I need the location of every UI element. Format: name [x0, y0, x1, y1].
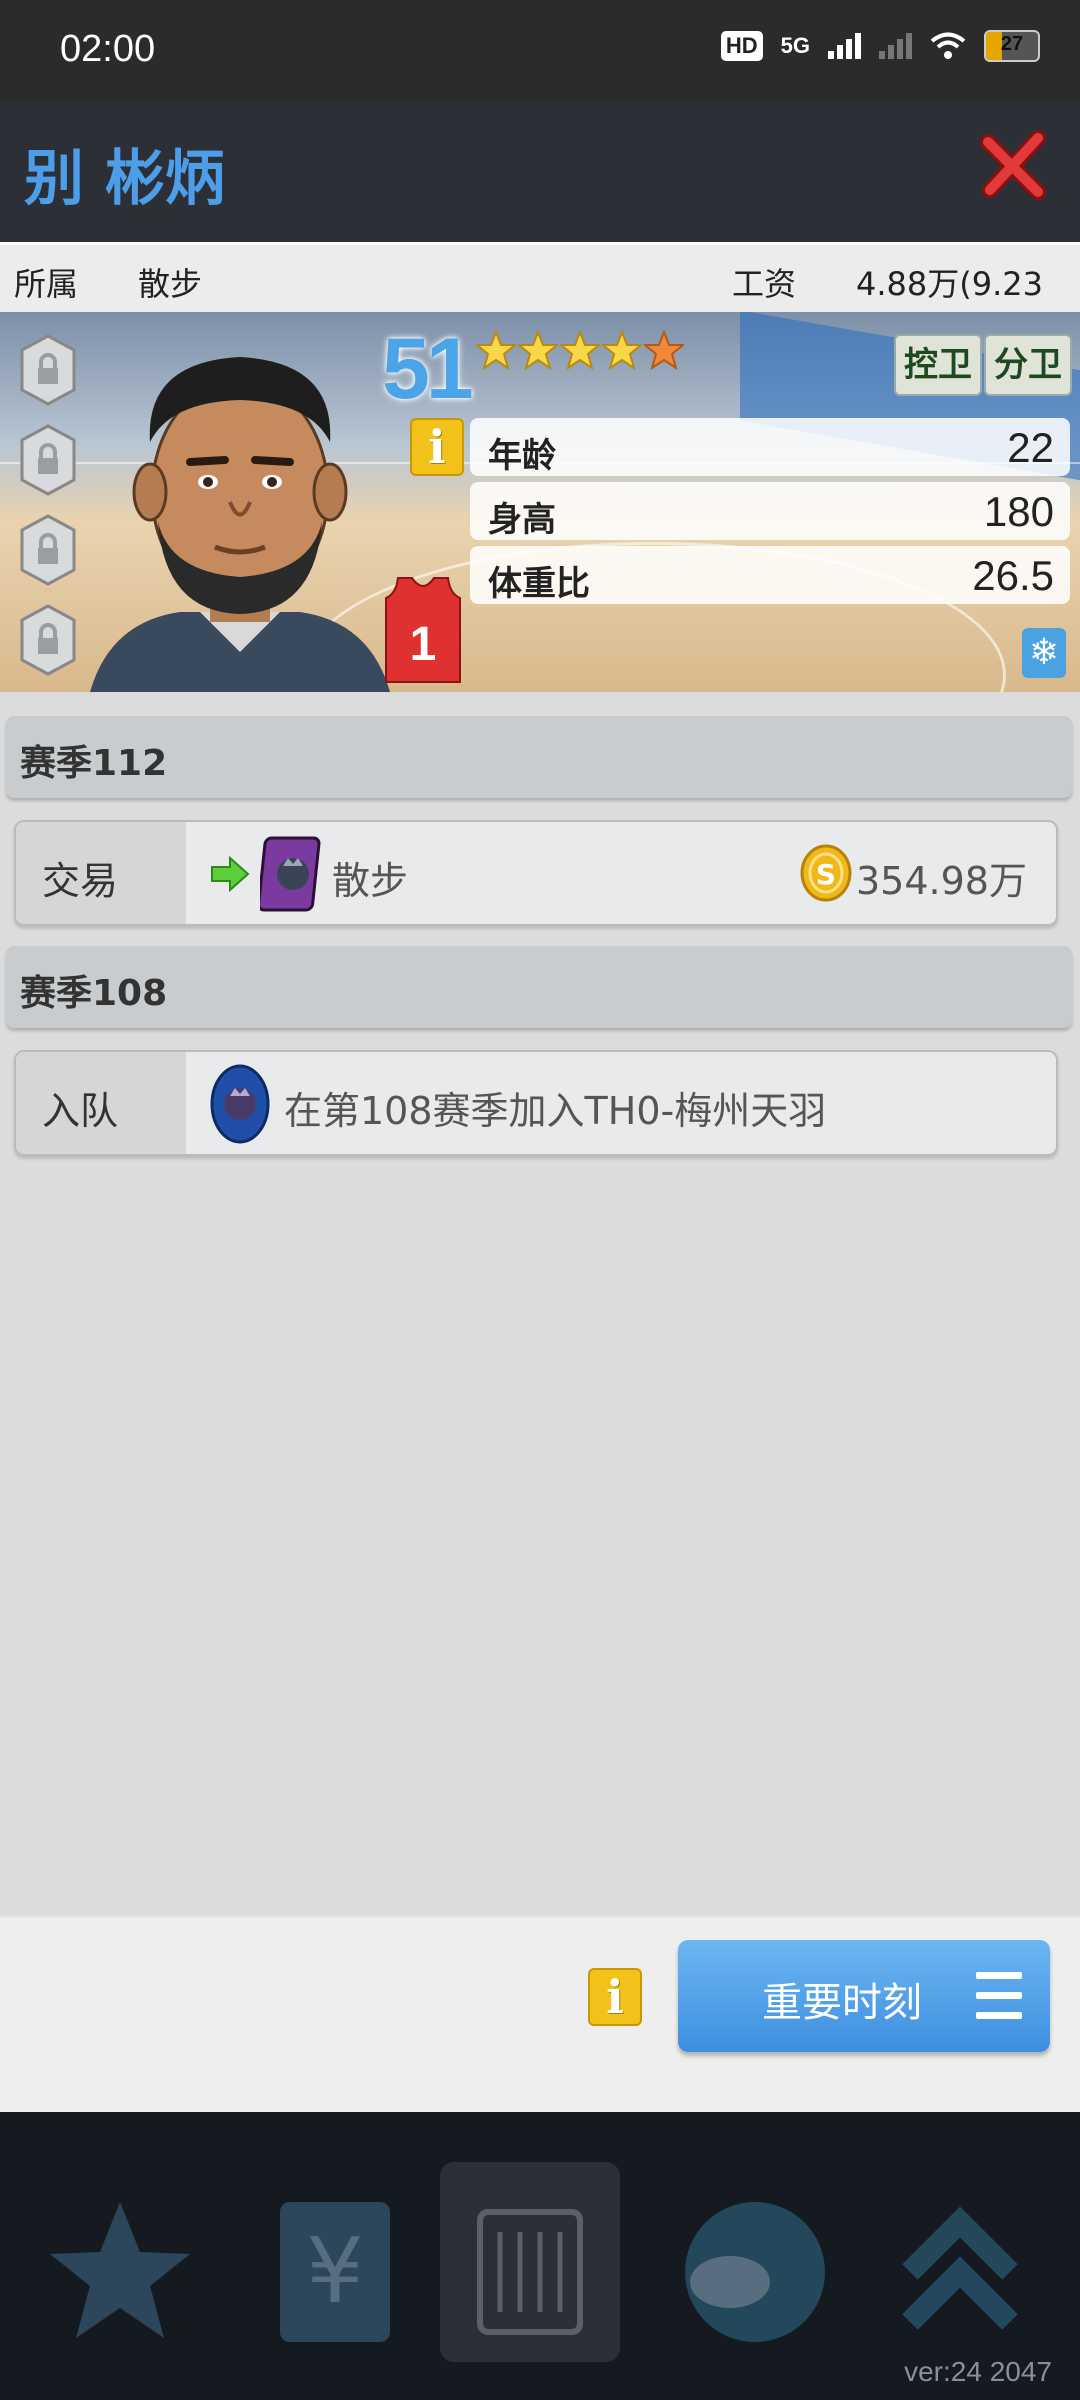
svg-text:¥: ¥ [306, 2219, 363, 2324]
team-badge-icon [210, 1064, 270, 1144]
record-amount: 354.98万 [856, 859, 1027, 903]
signal-secondary-icon [879, 33, 912, 59]
signal-icon [828, 33, 861, 59]
star-icon [602, 330, 642, 370]
info-button[interactable]: i [588, 1968, 642, 2026]
half-star-icon [644, 330, 684, 370]
star-icon [518, 330, 558, 370]
tab-team[interactable] [440, 2162, 620, 2362]
season-header: 赛季112 [6, 716, 1072, 798]
coin-icon: S [800, 844, 852, 902]
player-avatar [90, 357, 390, 692]
chat-icon [685, 2202, 825, 2342]
season-header: 赛季108 [6, 946, 1072, 1028]
close-icon[interactable] [980, 130, 1050, 200]
history-record[interactable]: 交易 散步 S 354.98万 [14, 820, 1058, 926]
star-icon [50, 2202, 190, 2338]
tab-finance[interactable]: ¥ [240, 2162, 420, 2362]
stat-row-height: 身高 180 [470, 482, 1070, 540]
tab-chat[interactable] [660, 2162, 840, 2362]
team-salary-bar: 所属 散步 工资 4.88万(9.23万) [0, 242, 1080, 349]
record-type: 入队 [42, 1089, 119, 1133]
salary-label: 工资 [732, 265, 797, 303]
stat-value: 26.5 [972, 552, 1054, 599]
stat-label: 身高 [488, 500, 556, 540]
season-title: 赛季112 [20, 743, 168, 784]
version-label: ver:24 2047 [904, 2356, 1052, 2387]
wifi-icon [930, 32, 966, 59]
lock-icon[interactable] [18, 514, 78, 586]
lock-icon[interactable] [18, 424, 78, 496]
star-rating [476, 330, 684, 370]
status-bar: 02:00 HD 5G 27 [0, 0, 1080, 100]
svg-text:S: S [816, 858, 836, 891]
player-info-button[interactable]: i [410, 418, 464, 476]
battery-level: 27 [1000, 33, 1024, 55]
key-moments-label: 重要时刻 [762, 1980, 922, 2026]
history-record[interactable]: 入队 在第108赛季加入TH0-梅州天羽 [14, 1050, 1058, 1156]
hd-badge: HD [720, 31, 763, 61]
player-name: 别 彬炳 [24, 144, 225, 214]
player-card: 1 51 控卫 分卫 i 年龄 22 身高 180 体重比 26.5 ❄ [0, 312, 1080, 692]
stat-label: 年龄 [488, 436, 556, 476]
player-rating: 51 [382, 321, 474, 417]
yen-icon: ¥ [280, 2202, 390, 2342]
position-pg-button[interactable]: 控卫 [894, 334, 982, 396]
jersey-number: 1 [410, 618, 437, 671]
jersey-icon: 1 [385, 577, 461, 683]
lock-icon[interactable] [18, 604, 78, 676]
team-value: 散步 [138, 265, 203, 303]
team-label: 所属 [14, 265, 79, 303]
record-description: 在第108赛季加入TH0-梅州天羽 [284, 1089, 827, 1133]
tab-star[interactable] [30, 2162, 210, 2362]
status-time: 02:00 [60, 28, 156, 70]
menu-icon [976, 1972, 1022, 2020]
tab-upgrade[interactable] [870, 2162, 1050, 2362]
star-icon [476, 330, 516, 370]
season-title: 赛季108 [20, 973, 168, 1014]
key-moments-button[interactable]: 重要时刻 [678, 1940, 1050, 2052]
lock-icon[interactable] [18, 334, 78, 406]
arrow-right-icon [211, 856, 250, 892]
snowflake-icon[interactable]: ❄ [1022, 628, 1066, 678]
record-team: 散步 [332, 859, 409, 903]
position-sg-button[interactable]: 分卫 [984, 334, 1072, 396]
network-type: 5G [780, 33, 810, 58]
stat-value: 180 [983, 488, 1054, 535]
team-logo-icon [260, 836, 321, 912]
battery-icon: 27 [984, 30, 1040, 62]
star-icon [560, 330, 600, 370]
stat-row-weight-ratio: 体重比 26.5 [470, 546, 1070, 604]
record-type: 交易 [42, 859, 119, 903]
stat-label: 体重比 [488, 564, 590, 604]
chevron-up-icon [902, 2206, 1018, 2330]
header: 别 彬炳 [0, 100, 1080, 242]
bottom-tab-bar: ¥ ver:24 2047 [0, 2112, 1080, 2400]
lineup-icon [477, 2209, 583, 2335]
stat-value: 22 [1007, 424, 1054, 471]
stat-row-age: 年龄 22 [470, 418, 1070, 476]
bottom-action-panel: i 重要时刻 [0, 1916, 1080, 2114]
